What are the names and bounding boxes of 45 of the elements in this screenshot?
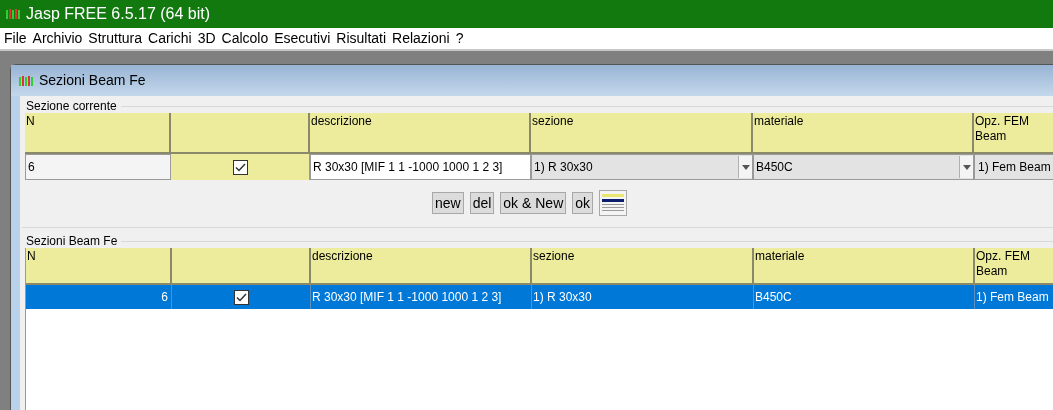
- toolbar-button[interactable]: new: [431, 192, 464, 214]
- toolbar-button[interactable]: del: [469, 192, 495, 214]
- menu-item[interactable]: Calcolo: [221, 28, 269, 49]
- app-logo-icon: [6, 9, 20, 19]
- dropdown[interactable]: 1) Fem Beam: [974, 154, 1053, 180]
- column-header: Opz. FEM Beam: [975, 248, 1053, 285]
- window-title: Jasp FREE 6.5.17 (64 bit): [26, 4, 211, 24]
- dropdown[interactable]: B450C: [753, 154, 974, 180]
- input-field[interactable]: 6: [25, 154, 171, 180]
- table-icon: [602, 193, 625, 213]
- menu-item[interactable]: Archivio: [32, 28, 83, 49]
- column-header: sezione: [531, 113, 753, 154]
- menu-item[interactable]: Relazioni: [392, 28, 450, 49]
- menu-item[interactable]: Risultati: [336, 28, 387, 49]
- menu-item[interactable]: File: [4, 28, 27, 49]
- column-header: materiale: [753, 113, 974, 154]
- checkbox[interactable]: [233, 289, 249, 305]
- column-header: Opz. FEM Beam: [974, 113, 1053, 154]
- toolbar-button[interactable]: ok: [572, 192, 594, 214]
- checkbox[interactable]: [232, 159, 248, 175]
- table-cell: 1) Fem Beam: [975, 285, 1053, 309]
- menu-item[interactable]: Esecutivi: [274, 28, 331, 49]
- group-label: Sezione corrente: [26, 98, 117, 115]
- table-cell: 6: [26, 285, 172, 309]
- table-row[interactable]: 6 R 30x30 [MIF 1 1 -1000 1000 1 2 3] 1) R 30x30 B450C 1) Fem Beam: [26, 285, 1053, 309]
- column-header: sezione: [532, 248, 754, 285]
- table-view-button[interactable]: [599, 190, 628, 216]
- group-label: Sezioni Beam Fe: [26, 233, 118, 250]
- menu-item[interactable]: Carichi: [148, 28, 192, 49]
- menu-item[interactable]: 3D: [197, 28, 216, 49]
- column-header: descrizione: [310, 113, 531, 154]
- input-field[interactable]: R 30x30 [MIF 1 1 -1000 1000 1 2 3]: [310, 154, 531, 180]
- column-header: N: [25, 113, 171, 154]
- column-header: descrizione: [311, 248, 532, 285]
- toolbar-button[interactable]: ok & New: [500, 192, 567, 214]
- table-cell: 1) R 30x30: [532, 285, 754, 309]
- menu-item[interactable]: Struttura: [88, 28, 143, 49]
- dialog-title: Sezioni Beam Fe: [39, 71, 146, 90]
- dialog-logo-icon: [19, 75, 33, 86]
- table-cell: B450C: [754, 285, 975, 309]
- column-header: N: [26, 248, 172, 285]
- table-cell: R 30x30 [MIF 1 1 -1000 1000 1 2 3]: [311, 285, 532, 309]
- dropdown[interactable]: 1) R 30x30: [531, 154, 753, 180]
- menu-item[interactable]: ?: [455, 28, 464, 49]
- column-header: materiale: [754, 248, 975, 285]
